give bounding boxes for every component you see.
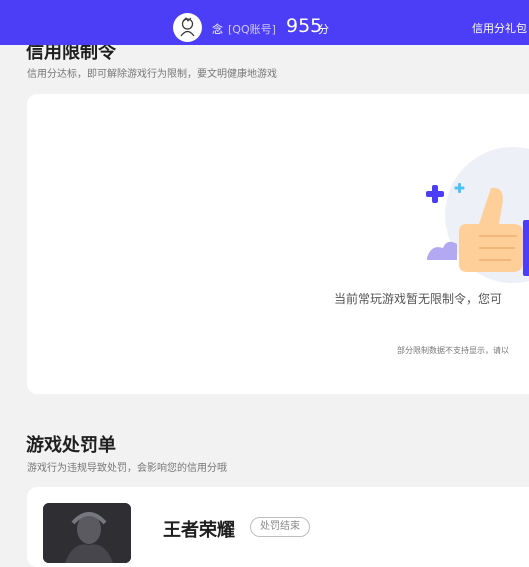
penalty-game-name: 王者荣耀 [163,520,235,541]
account-type-label: [QQ账号] [228,23,276,36]
thumbs-up-illustration [395,140,529,290]
avatar[interactable] [173,13,202,42]
game-thumbnail [43,503,131,563]
top-bar: 念 [QQ账号] 955 分 信用分礼包 [0,0,529,45]
credit-gift-link[interactable]: 信用分礼包 [472,20,527,36]
penalty-section-subtitle: 游戏行为违规导致处罚，会影响您的信用分哦 [27,463,227,474]
penalty-status-badge: 处罚结束 [250,517,310,537]
credit-score: 955 [286,15,323,37]
penalty-section-title: 游戏处罚单 [26,435,116,456]
empty-restriction-message: 当前常玩游戏暂无限制令，您可 [334,292,503,306]
credit-score-unit: 分 [318,23,329,36]
empty-restriction-note: 部分限制数据不支持显示，请以 [397,346,509,355]
restriction-section-subtitle: 信用分达标，即可解除游戏行为限制，要文明健康地游戏 [27,69,277,80]
nickname: 念 [212,23,223,36]
